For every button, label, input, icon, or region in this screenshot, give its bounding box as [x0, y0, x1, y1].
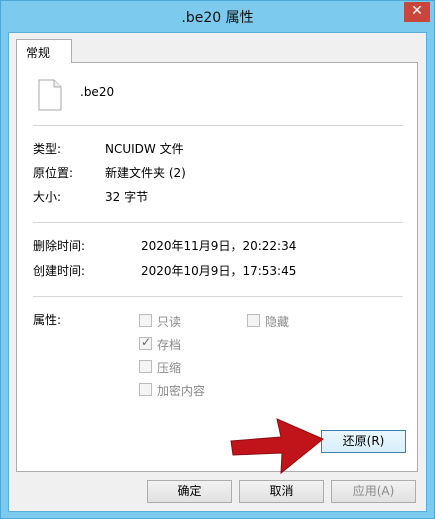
checkmark-icon: ✓ — [141, 335, 152, 349]
separator — [33, 296, 403, 297]
encrypt-label: 加密内容 — [157, 384, 206, 398]
compress-checkbox[interactable] — [139, 360, 152, 373]
ok-button[interactable]: 确定 — [147, 480, 232, 503]
properties-window: .be20 属性 ✕ 常规 .be20 类型: NCUIDW 文件 原位置: 新… — [0, 0, 435, 519]
blank-file-icon — [38, 79, 62, 111]
close-icon: ✕ — [411, 3, 423, 19]
original-location-value: 新建文件夹 (2) — [105, 166, 186, 180]
type-label: 类型: — [33, 142, 62, 156]
red-arrow-annotation — [230, 418, 324, 475]
cancel-button[interactable]: 取消 — [239, 480, 324, 503]
size-value: 32 字节 — [105, 190, 149, 204]
window-title: .be20 属性 — [181, 10, 254, 26]
close-button[interactable]: ✕ — [404, 2, 430, 22]
readonly-checkbox[interactable] — [139, 314, 152, 327]
hidden-label: 隐藏 — [265, 315, 290, 329]
compress-label: 压缩 — [157, 361, 182, 375]
encrypt-checkbox[interactable] — [139, 383, 152, 396]
hidden-checkbox[interactable] — [247, 314, 260, 327]
separator — [33, 222, 403, 223]
title-bar[interactable]: .be20 属性 ✕ — [1, 1, 434, 32]
deleted-time-value: 2020年11月9日，20:22:34 — [141, 239, 297, 253]
file-name: .be20 — [80, 85, 115, 99]
general-tab-panel: .be20 类型: NCUIDW 文件 原位置: 新建文件夹 (2) 大小: 3… — [16, 62, 418, 472]
size-label: 大小: — [33, 190, 62, 204]
restore-button[interactable]: 还原(R) — [321, 430, 406, 453]
dialog-client-area: 常规 .be20 类型: NCUIDW 文件 原位置: 新建文件夹 (2) 大小… — [8, 32, 427, 512]
created-time-value: 2020年10月9日，17:53:45 — [141, 264, 297, 278]
archive-label: 存档 — [157, 338, 182, 352]
deleted-time-label: 删除时间: — [33, 239, 86, 253]
attributes-label: 属性: — [33, 313, 62, 327]
archive-checkbox[interactable]: ✓ — [139, 335, 152, 350]
apply-button[interactable]: 应用(A) — [331, 480, 416, 503]
created-time-label: 创建时间: — [33, 264, 86, 278]
tab-general[interactable]: 常规 — [16, 39, 72, 63]
readonly-label: 只读 — [157, 315, 182, 329]
original-location-label: 原位置: — [33, 166, 74, 180]
separator — [33, 125, 403, 126]
type-value: NCUIDW 文件 — [105, 142, 184, 156]
